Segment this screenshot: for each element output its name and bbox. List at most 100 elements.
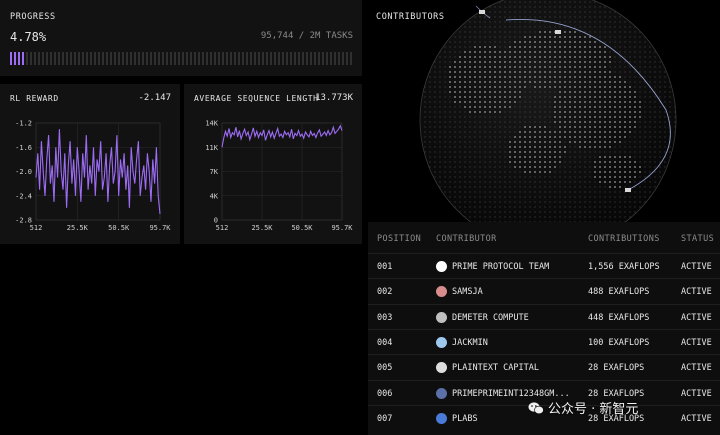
progress-tick-empty <box>146 52 148 65</box>
progress-tick-empty <box>70 52 72 65</box>
row-status: ACTIVE <box>681 388 712 399</box>
progress-tick-empty <box>274 52 276 65</box>
row-position: 001 <box>377 262 393 272</box>
progress-tick-empty <box>258 52 260 65</box>
header-position[interactable]: POSITION <box>377 234 421 244</box>
row-status: ACTIVE <box>681 287 712 298</box>
seq-length-title: AVERAGE SEQUENCE LENGTH <box>194 94 319 103</box>
table-row[interactable]: 003 DEMETER COMPUTE 448 EXAFLOPS ACTIVE <box>368 303 720 330</box>
progress-tick-empty <box>222 52 224 65</box>
progress-tick-empty <box>342 52 344 65</box>
seq-length-panel: 14K 11K 7K 4K 0 512 25.5K 50.5K 95.7K AVERAGE SE… <box>184 84 362 244</box>
header-contributions[interactable]: CONTRIBUTIONS <box>588 234 660 244</box>
y-tick-label: -2.4 <box>15 192 32 200</box>
row-contributions: 448 EXAFLOPS <box>588 312 650 323</box>
row-status: ACTIVE <box>681 413 712 424</box>
row-contributor[interactable]: PLAINTEXT CAPITAL <box>452 363 539 373</box>
x-tick-label: 50.5K <box>108 224 130 232</box>
table-row[interactable]: 002 SAMSJA 488 EXAFLOPS ACTIVE <box>368 278 720 304</box>
progress-tick-empty <box>82 52 84 65</box>
progress-percent: 4.78% <box>10 30 47 44</box>
prime-logo-icon <box>436 261 447 272</box>
progress-tick-empty <box>234 52 236 65</box>
row-contributor[interactable]: PRIME PROTOCOL TEAM <box>452 262 549 272</box>
satellite-icon[interactable] <box>555 30 561 34</box>
progress-tick-empty <box>170 52 172 65</box>
row-contributor[interactable]: JACKMIN <box>452 338 488 348</box>
y-tick-label: -1.6 <box>15 144 32 152</box>
progress-tick-filled <box>10 52 12 65</box>
contributors-globe-panel: CONTRIBUTORS <box>366 0 720 222</box>
progress-tick-empty <box>106 52 108 65</box>
progress-tick-empty <box>278 52 280 65</box>
x-tick-label: 25.5K <box>251 224 273 232</box>
progress-tick-empty <box>214 52 216 65</box>
y-tick-label: -1.2 <box>15 120 32 128</box>
progress-tick-empty <box>194 52 196 65</box>
progress-tick-empty <box>46 52 48 65</box>
row-status: ACTIVE <box>681 337 712 348</box>
progress-tick-empty <box>174 52 176 65</box>
progress-tick-empty <box>78 52 80 65</box>
satellite-icon[interactable] <box>625 188 631 192</box>
plabs-logo-icon <box>436 412 447 424</box>
progress-tick-empty <box>90 52 92 65</box>
table-row[interactable]: 004 JACKMIN 100 EXAFLOPS ACTIVE <box>368 328 720 355</box>
y-tick-label: 14K <box>205 120 218 128</box>
progress-tick-filled <box>22 52 24 65</box>
row-position: 004 <box>377 337 393 348</box>
progress-tick-empty <box>186 52 188 65</box>
progress-tick-empty <box>118 52 120 65</box>
row-contributor[interactable]: DEMETER COMPUTE <box>452 313 529 323</box>
row-position: 006 <box>377 388 393 399</box>
satellite-icon[interactable] <box>479 10 485 14</box>
row-contributions: 28 EXAFLOPS <box>588 388 645 399</box>
row-status: ACTIVE <box>681 363 712 374</box>
progress-tick-empty <box>154 52 156 65</box>
progress-tick-empty <box>210 52 212 65</box>
progress-tick-empty <box>26 52 28 65</box>
row-contributor[interactable]: PLABS <box>452 414 478 424</box>
progress-bar <box>10 52 354 65</box>
progress-tick-empty <box>178 52 180 65</box>
header-status[interactable]: STATUS <box>681 234 714 244</box>
progress-tick-empty <box>162 52 164 65</box>
ring-avatar-icon <box>436 362 447 374</box>
table-row[interactable]: 005 PLAINTEXT CAPITAL 28 EXAFLOPS ACTIVE <box>368 354 720 380</box>
progress-tick-empty <box>242 52 244 65</box>
y-tick-label: 11K <box>205 144 218 152</box>
user-avatar-icon <box>436 387 447 399</box>
row-position: 005 <box>377 363 393 374</box>
progress-tick-empty <box>282 52 284 65</box>
progress-tick-empty <box>98 52 100 65</box>
progress-tick-empty <box>314 52 316 65</box>
progress-tick-empty <box>218 52 220 65</box>
progress-tick-empty <box>74 52 76 65</box>
progress-tick-empty <box>166 52 168 65</box>
progress-tick-empty <box>322 52 324 65</box>
progress-tick-empty <box>326 52 328 65</box>
watermark: 公众号 · 新智元 <box>528 398 638 417</box>
row-contributions: 28 EXAFLOPS <box>588 363 645 374</box>
progress-tick-empty <box>110 52 112 65</box>
row-contributor[interactable]: PRIMEPRIMEINT12348GM... <box>452 389 570 399</box>
progress-tick-empty <box>142 52 144 65</box>
progress-tick-empty <box>190 52 192 65</box>
watermark-text: 公众号 · 新智元 <box>548 402 639 417</box>
row-status: ACTIVE <box>681 262 712 272</box>
header-contributor[interactable]: CONTRIBUTOR <box>436 234 497 244</box>
progress-tick-empty <box>122 52 124 65</box>
progress-tick-empty <box>38 52 40 65</box>
progress-tick-empty <box>238 52 240 65</box>
row-contributor[interactable]: SAMSJA <box>452 287 483 297</box>
progress-tick-empty <box>58 52 60 65</box>
table-row[interactable]: 001 PRIME PROTOCOL TEAM 1,556 EXAFLOPS ACTI… <box>368 253 720 279</box>
progress-tick-filled <box>18 52 20 65</box>
globe-map[interactable] <box>366 0 720 222</box>
progress-tick-empty <box>266 52 268 65</box>
statue-avatar-icon <box>436 311 447 323</box>
user-avatar-icon <box>436 336 447 348</box>
progress-tick-empty <box>334 52 336 65</box>
progress-panel: PROGRESS 4.78% 95,744 / 2M TASKS <box>0 0 362 76</box>
seq-length-chart: 14K11K7K4K0512 25.5K 50.5K 95.7K <box>205 120 353 233</box>
